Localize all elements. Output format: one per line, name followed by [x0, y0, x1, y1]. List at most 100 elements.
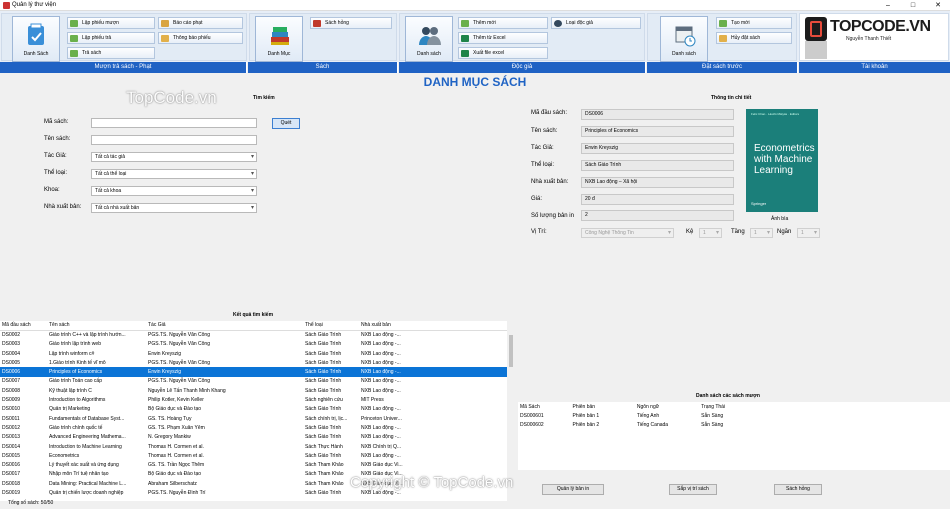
- huy-dat-sach-button[interactable]: Hủy đặt sách: [716, 32, 792, 44]
- maximize-button[interactable]: □: [905, 1, 921, 10]
- nxb-select[interactable]: Tất cả nhà xuất bản: [91, 203, 257, 213]
- table-cell: NXB Lao động -...: [361, 387, 401, 394]
- table-row[interactable]: DS0007 Giáo trình Toán cao cấp PGS.TS. Ngu…: [0, 377, 507, 386]
- loans-panel: Danh sách các sách mượn Mã Sách Phiên bản…: [518, 392, 950, 504]
- tac-gia-label: Tác Giả:: [44, 153, 67, 159]
- results-header: Kết quả tìm kiếm: [233, 312, 274, 318]
- brand-text: TOPCODE.VN: [830, 18, 931, 35]
- ten-sach-input[interactable]: [91, 135, 257, 145]
- table-row[interactable]: DS0011 Fundamentals of Database Syst... GS…: [0, 414, 507, 423]
- khoa-select[interactable]: Tất cả khoa: [91, 186, 257, 196]
- sach-hong-button[interactable]: Sách hỏng: [310, 17, 392, 29]
- xuat-file-excel-button[interactable]: Xuất file excel: [458, 47, 548, 59]
- table-cell: Abraham Silberschatz: [148, 480, 197, 487]
- table-row[interactable]: DS0015 Econometrics Thomas H. Cormen et al…: [0, 451, 507, 460]
- table-cell: Data Mining: Practical Machine L...: [49, 480, 127, 487]
- table-cell: Tiếng Anh: [636, 412, 660, 419]
- table-cell: Principles of Economics: [49, 369, 103, 376]
- danh-sach-dst-label: Danh sách: [672, 51, 696, 57]
- results-panel: Kết quả tìm kiếm Mã đầu sách Tên sách Tác …: [0, 310, 515, 501]
- table-cell: DS0011: [2, 415, 20, 422]
- ke-label: Kệ: [686, 229, 694, 235]
- table-row[interactable]: DS0016 Lý thuyết xác suất và ứng dụng GS. …: [0, 460, 507, 469]
- add-icon: [70, 35, 78, 42]
- ribbon: Danh Sách Lập phiếu mượn Lập phiếu trả T…: [0, 11, 950, 73]
- tab-sach[interactable]: Sách: [248, 62, 398, 73]
- table-row[interactable]: DS0006 Principles of Economics Erwin Kreys…: [0, 367, 507, 377]
- ribbon-group-reserve: Danh sách Tạo mới Hủy đặt sách: [647, 13, 797, 62]
- vi-tri-select[interactable]: Công Nghệ Thông Tin: [581, 228, 674, 238]
- quet-button[interactable]: Quét: [272, 118, 300, 129]
- results-header-row: Mã đầu sách Tên sách Tác Giả Thể loại Nhà xu…: [0, 321, 507, 331]
- thong-bao-phieu-button[interactable]: Thông báo phiếu: [158, 32, 243, 44]
- results-col-header[interactable]: Mã đầu sách: [0, 321, 47, 331]
- them-moi-button[interactable]: Thêm mới: [458, 17, 548, 29]
- table-cell: PGS.TS. Nguyễn Văn Công: [148, 359, 210, 366]
- results-col-header[interactable]: Tác Giả: [146, 321, 303, 331]
- tao-moi-button[interactable]: Tạo mới: [716, 17, 792, 29]
- results-col-header[interactable]: Nhà xuất bản: [359, 321, 507, 331]
- table-cell: DS0013: [2, 434, 21, 441]
- danh-sach-label: Danh Sách: [23, 51, 49, 57]
- ke-select[interactable]: 1: [699, 228, 722, 238]
- bao-cao-phat-button[interactable]: Báo cáo phạt: [158, 17, 243, 29]
- sap-vi-tri-sach-button[interactable]: Sắp vị trí sách: [669, 484, 717, 495]
- danh-muc-button[interactable]: Danh Mục: [255, 16, 303, 62]
- table-row[interactable]: DS0014 Introduction to Machine Learning Th…: [0, 442, 507, 451]
- lap-phieu-tra-button[interactable]: Lập phiếu trả: [67, 32, 155, 44]
- table-row[interactable]: DS0002 Giáo trình C++ và lập trình hướn..…: [0, 330, 507, 339]
- table-row[interactable]: DS0013 Advanced Engineering Mathema... N. …: [0, 433, 507, 442]
- tab-muon-tra[interactable]: Mượn trả sách - Phạt: [0, 62, 247, 73]
- loans-col-header[interactable]: Phiên bản: [571, 402, 635, 411]
- account-photo: [805, 41, 827, 59]
- table-row[interactable]: DS0010 Quản trị Marketing Bộ Giáo dục và Đ…: [0, 405, 507, 414]
- table-row[interactable]: DS000601 Phiên bản 1 Tiếng Anh Sẵn Sàng: [518, 411, 778, 420]
- ma-sach-input[interactable]: [91, 118, 257, 128]
- table-cell: Introduction to Machine Learning: [49, 443, 122, 450]
- loai-doc-gia-button[interactable]: Loại độc giả: [551, 17, 641, 29]
- clipboard-icon: [28, 23, 44, 45]
- calendar-icon: [675, 26, 696, 47]
- sach-hong-loan-button[interactable]: Sách hỏng: [774, 484, 822, 495]
- loans-col-header[interactable]: Ngôn ngữ: [635, 402, 699, 411]
- close-button[interactable]: ✕: [930, 1, 946, 10]
- tab-doc-gia[interactable]: Độc giả: [399, 62, 646, 73]
- the-loai-select[interactable]: Tất cả thể loại: [91, 169, 257, 179]
- tab-tai-khoan[interactable]: Tài khoản: [799, 62, 950, 73]
- table-cell: DS0015: [2, 452, 21, 459]
- danh-sach-doc-gia-button[interactable]: Danh sách: [405, 16, 453, 62]
- results-col-header[interactable]: Thể loại: [303, 321, 359, 331]
- table-row[interactable]: DS0003 Giáo trình lập trình web PGS.TS. Ng…: [0, 340, 507, 349]
- table-cell: DS0016: [2, 462, 21, 469]
- loans-col-header[interactable]: Mã Sách: [518, 402, 571, 411]
- table-cell: Quản trị Marketing: [49, 406, 91, 413]
- scrollbar-thumb[interactable]: [509, 335, 513, 367]
- quan-ly-ban-in-button[interactable]: Quản lý bản in: [542, 484, 604, 495]
- thong-bao-phieu-label: Thông báo phiếu: [173, 35, 211, 41]
- table-cell: NXB Lao động -...: [361, 452, 401, 459]
- tac-gia-select[interactable]: Tất cả tác giả: [91, 152, 257, 162]
- tang-select[interactable]: 1: [750, 228, 773, 238]
- lap-phieu-muon-button[interactable]: Lập phiếu mượn: [67, 17, 155, 29]
- table-cell: PGS.TS. Nguyễn Văn Công: [148, 332, 210, 339]
- table-row[interactable]: DS0009 Introduction to Algorithms Philip K…: [0, 395, 507, 404]
- loans-table-container: Mã Sách Phiên bản Ngôn ngữ Trạng Thái DS000…: [518, 402, 950, 470]
- danh-sach-dat-truoc-button[interactable]: Danh sách: [660, 16, 708, 62]
- table-row[interactable]: DS000602 Phiên bản 2 Tiếng Canada Sẵn Sàng: [518, 421, 778, 430]
- them-tu-excel-button[interactable]: Thêm từ Excel: [458, 32, 548, 44]
- table-row[interactable]: DS0008 Kỹ thuật lập trình C Nguyễn Lê Tấn …: [0, 386, 507, 395]
- table-row[interactable]: DS0004 Lập trình winform c# Erwin Kreyszig…: [0, 349, 507, 358]
- table-row[interactable]: DS0012 Giáo trình chính quốc tế GS. TS. Ph…: [0, 423, 507, 432]
- tab-dat-sach-truoc[interactable]: Đặt sách trước: [647, 62, 798, 73]
- tra-sach-button[interactable]: Trả sách: [67, 47, 155, 59]
- ngan-select[interactable]: 1: [797, 228, 820, 238]
- table-cell: NXB Lao động -...: [361, 332, 401, 339]
- danh-sach-button[interactable]: Danh Sách: [12, 16, 60, 62]
- excel-icon: [461, 35, 469, 42]
- the-loai-field: Sách Giáo Trình: [581, 160, 734, 171]
- minimize-button[interactable]: –: [880, 1, 896, 10]
- table-row[interactable]: DS0005 1.Giáo trình Kinh tế vĩ mô PGS.TS. …: [0, 358, 507, 367]
- table-cell: DS0003: [2, 341, 21, 348]
- loans-col-header[interactable]: Trạng Thái: [699, 402, 778, 411]
- results-col-header[interactable]: Tên sách: [47, 321, 146, 331]
